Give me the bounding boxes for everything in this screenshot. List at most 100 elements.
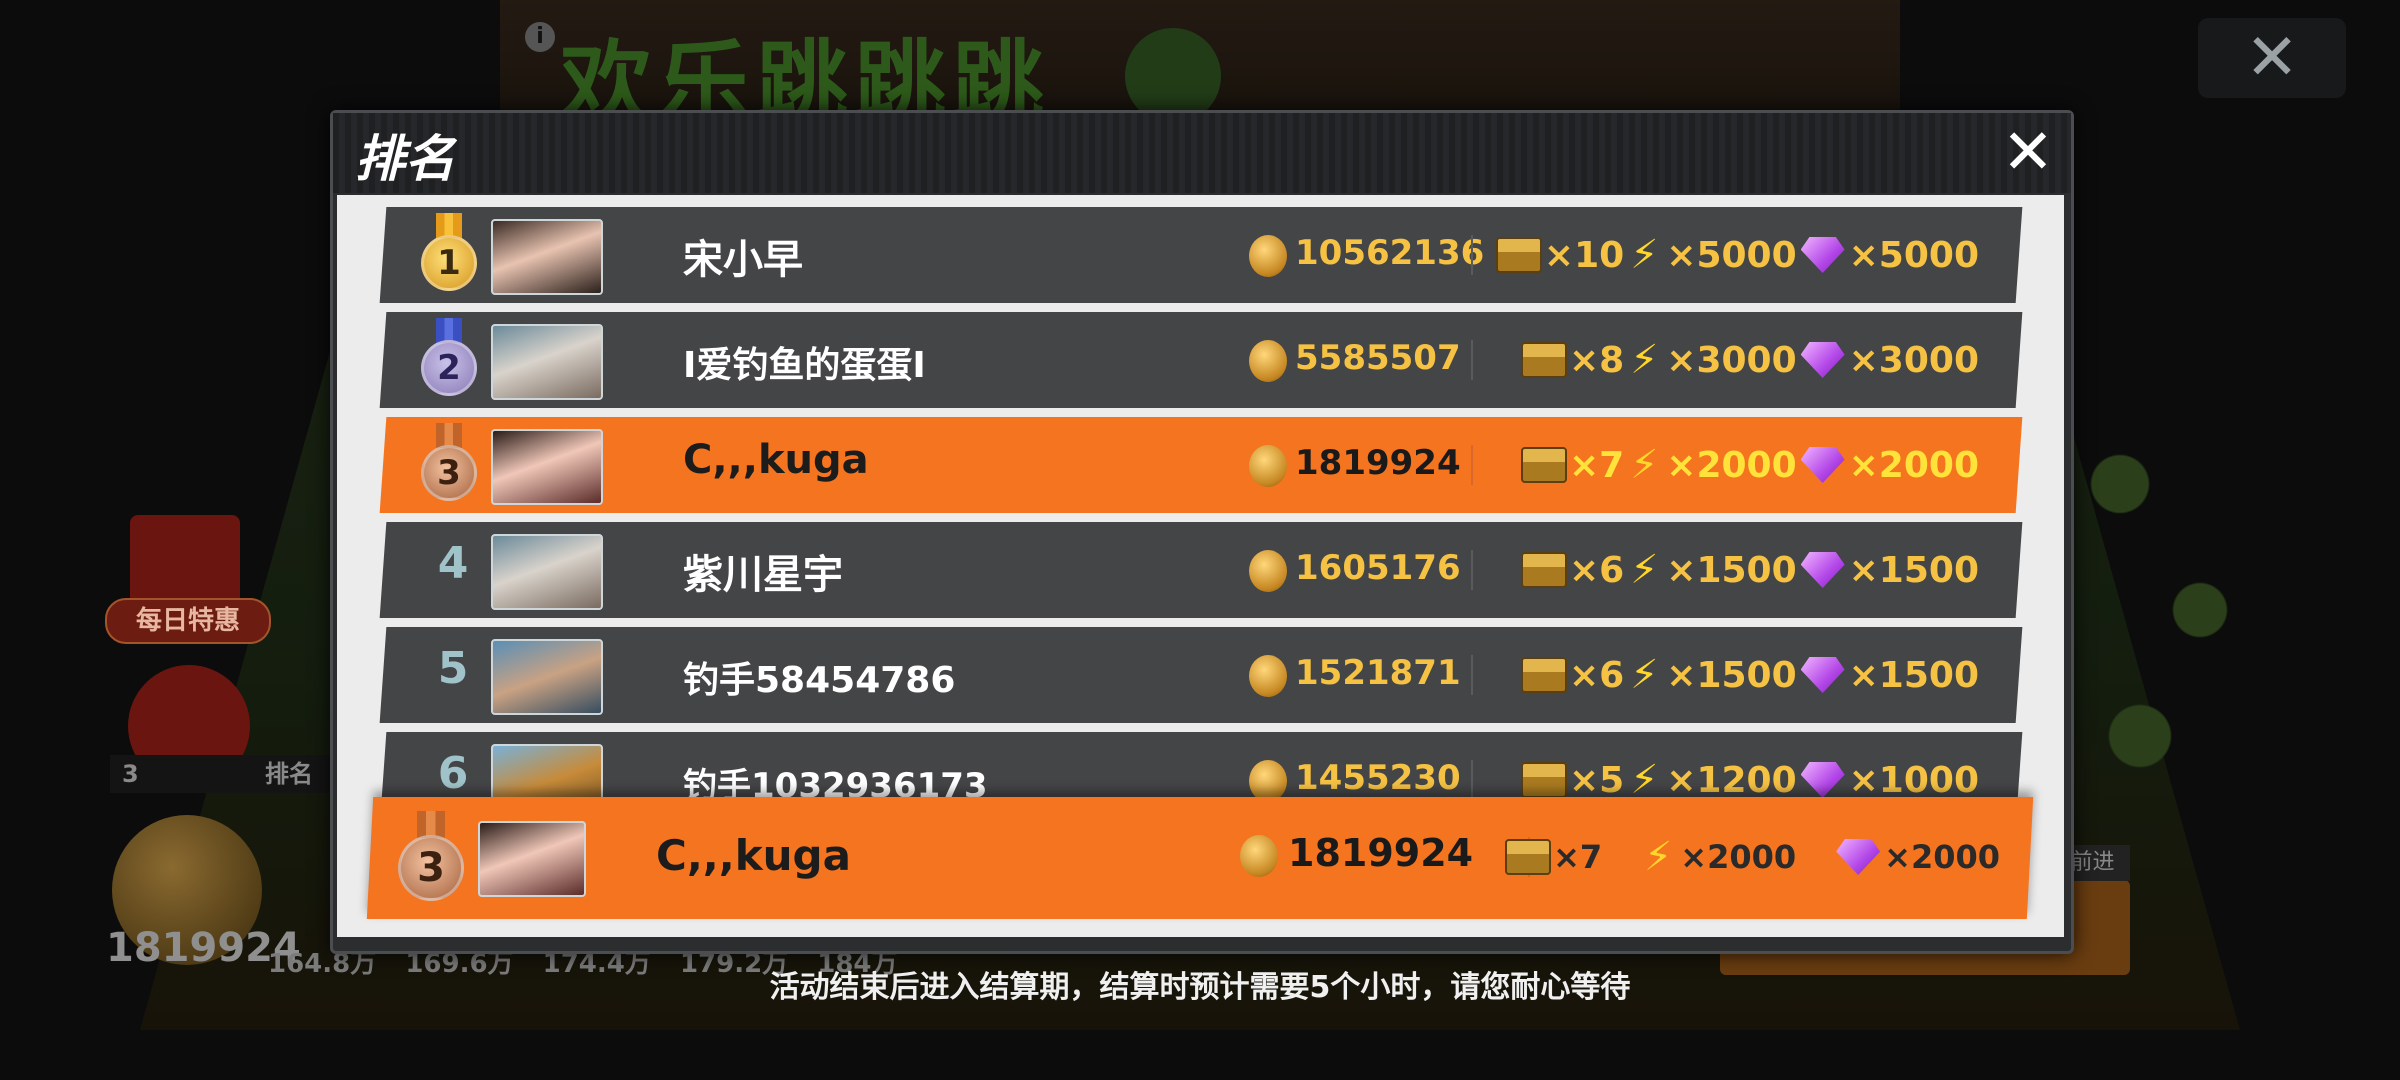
gem-quantity: ×1500: [1848, 549, 1979, 591]
lily-pads-decoration: [2060, 400, 2260, 820]
purple-diamond-icon: [1801, 657, 1845, 693]
energy-quantity: ×1500: [1666, 654, 1797, 696]
chest-quantity: ×5: [1568, 759, 1625, 801]
lightning-bolt-icon: ⚡: [1630, 547, 1659, 593]
purple-diamond-icon: [1801, 447, 1845, 483]
rewards: ×8 ⚡ ×3000 ×3000: [1520, 330, 1979, 390]
treasure-chest-icon: [1505, 839, 1552, 875]
rewards: ×10 ⚡ ×5000 ×5000: [1495, 225, 1979, 285]
treasure-chest-icon: [1520, 447, 1567, 483]
lightning-bolt-icon: ⚡: [1630, 337, 1659, 383]
ranking-row-current-player[interactable]: 3 C,,,kuga 1819924 ×7 ⚡ ×2000 ×2000: [379, 417, 2023, 513]
lightning-bolt-icon: ⚡: [1630, 232, 1659, 278]
gem-quantity: ×2000: [1848, 444, 1979, 486]
purple-diamond-icon: [1801, 552, 1845, 588]
settlement-notice: 活动结束后进入结算期，结算时预计需要5个小时，请您耐心等待: [769, 970, 1631, 1005]
gem-quantity: ×1000: [1848, 759, 1979, 801]
ranking-row[interactable]: 2 I爱钓鱼的蛋蛋I 5585507 ×8 ⚡ ×3000 ×3000: [379, 312, 2023, 408]
daily-deals-button[interactable]: 每日特惠: [105, 598, 271, 644]
rank-number: 5: [437, 643, 469, 694]
silver-medal-icon: 2: [419, 318, 479, 402]
background-close-button[interactable]: ✕: [2198, 18, 2346, 98]
energy-quantity: ×1200: [1666, 759, 1797, 801]
divider: [1471, 445, 1473, 485]
bronze-medal-icon: 3: [419, 423, 479, 507]
gold-coin-icon: [1249, 760, 1287, 802]
gift-box-icon: [130, 515, 240, 605]
player-score: 1455230: [1295, 758, 1461, 798]
chest-quantity: ×6: [1568, 654, 1625, 696]
energy-quantity: ×1500: [1666, 549, 1797, 591]
ranking-row[interactable]: 4 紫川星宇 1605176 ×6 ⚡ ×1500 ×1500: [379, 522, 2023, 618]
avatar[interactable]: [491, 534, 603, 610]
avatar[interactable]: [491, 639, 603, 715]
modal-title: 排名: [355, 130, 455, 188]
treasure-chest-icon: [1495, 237, 1542, 273]
player-score: 5585507: [1295, 338, 1461, 378]
gold-coin-icon: [1249, 235, 1287, 277]
avatar[interactable]: [491, 324, 603, 400]
energy-quantity: ×2000: [1666, 444, 1797, 486]
gold-coin-icon: [1249, 550, 1287, 592]
player-name: 紫川星宇: [683, 552, 843, 598]
divider: [1471, 340, 1473, 380]
chest-quantity: ×7: [1553, 838, 1603, 876]
player-name: I爱钓鱼的蛋蛋I: [683, 345, 926, 386]
gold-medal-icon: 1: [419, 213, 479, 297]
ranking-row[interactable]: 1 宋小早 10562136 ×10 ⚡ ×5000 ×5000: [379, 207, 2023, 303]
gold-coin-icon: [1249, 655, 1287, 697]
treasure-chest-icon: [1520, 552, 1567, 588]
player-name: 钓手58454786: [683, 660, 956, 701]
avatar[interactable]: [491, 429, 603, 505]
player-score: 1605176: [1295, 548, 1461, 588]
gold-coin-icon: [1249, 445, 1287, 487]
gem-quantity: ×2000: [1884, 838, 2000, 876]
player-name: C,,,kuga: [683, 437, 869, 483]
treasure-chest-icon: [1520, 342, 1567, 378]
chest-quantity: ×7: [1568, 444, 1625, 486]
close-button[interactable]: ✕: [1997, 121, 2059, 183]
energy-quantity: ×5000: [1666, 234, 1797, 276]
divider: [1471, 655, 1473, 695]
my-score: 1819924: [1288, 831, 1474, 875]
divider: [1471, 550, 1473, 590]
gold-coin-icon: [1249, 340, 1287, 382]
divider: [1471, 235, 1473, 275]
purple-diamond-icon: [1801, 237, 1845, 273]
player-score: 1521871: [1295, 653, 1461, 693]
rewards: ×6 ⚡ ×1500 ×1500: [1520, 540, 1979, 600]
ranking-row[interactable]: 5 钓手58454786 1521871 ×6 ⚡ ×1500 ×1500: [379, 627, 2023, 723]
rank-bar-position: 3: [122, 760, 139, 788]
lightning-bolt-icon: ⚡: [1630, 442, 1659, 488]
my-avatar[interactable]: [478, 821, 586, 897]
treasure-chest-icon: [1520, 657, 1567, 693]
lightning-bolt-icon: ⚡: [1644, 834, 1673, 880]
rewards: ×6 ⚡ ×1500 ×1500: [1520, 645, 1979, 705]
gem-quantity: ×3000: [1848, 339, 1979, 381]
player-score: 1819924: [1295, 443, 1461, 483]
gem-quantity: ×1500: [1848, 654, 1979, 696]
chest-quantity: ×10: [1543, 234, 1625, 276]
energy-quantity: ×2000: [1680, 838, 1797, 876]
bronze-medal-icon: 3: [396, 811, 466, 907]
rank-bar[interactable]: 3 排名: [110, 755, 340, 793]
divider: [1471, 760, 1473, 800]
modal-header: 排名 ✕: [333, 113, 2071, 193]
gem-quantity: ×5000: [1848, 234, 1979, 276]
rewards: ×7 ⚡ ×2000 ×2000: [1520, 435, 1979, 495]
purple-diamond-icon: [1801, 762, 1845, 798]
rank-bar-label: 排名: [265, 760, 313, 788]
avatar[interactable]: [491, 219, 603, 295]
player-score: 10562136: [1295, 233, 1485, 273]
info-icon: i: [525, 22, 555, 52]
chest-quantity: ×8: [1568, 339, 1625, 381]
player-name: 宋小早: [683, 237, 803, 283]
my-rank-bar[interactable]: 3 C,,,kuga 1819924 ×7 ⚡ ×2000 ×2000: [366, 797, 2034, 919]
chest-quantity: ×6: [1568, 549, 1625, 591]
my-player-name: C,,,kuga: [656, 831, 851, 880]
energy-quantity: ×3000: [1666, 339, 1797, 381]
rank-number: 6: [437, 748, 469, 799]
purple-diamond-icon: [1836, 839, 1880, 875]
lightning-bolt-icon: ⚡: [1630, 652, 1659, 698]
rank-number: 4: [437, 538, 469, 589]
